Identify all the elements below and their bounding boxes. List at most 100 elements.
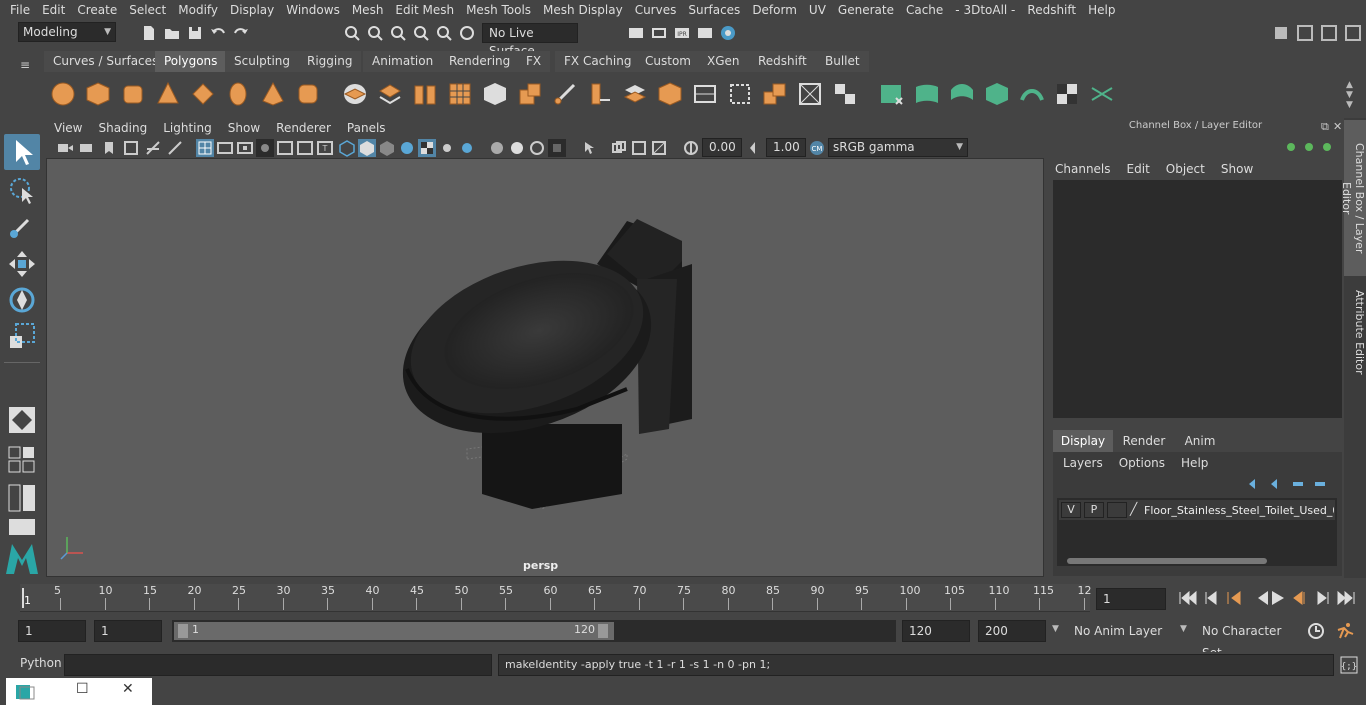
layer-display-type-toggle[interactable] [1107,502,1127,518]
shelf-tab-rigging[interactable]: Rigging [298,51,362,72]
object-menu[interactable]: Object [1166,162,1205,176]
tool-settings-toggle-icon[interactable] [1320,24,1338,42]
shelf-tab-curves-surfaces[interactable]: Curves / Surfaces [44,51,168,72]
menu-uv[interactable]: UV [803,0,832,20]
isolate-select-icon[interactable] [580,139,598,157]
channel-box-side-tab[interactable]: Channel Box / Layer Editor [1340,120,1366,276]
close-icon[interactable]: ✕ [122,681,134,697]
menu-mesh-display[interactable]: Mesh Display [537,0,629,20]
safe-action-icon[interactable] [296,139,314,157]
uv-spherical-icon[interactable] [948,80,976,108]
shelf-tab-rendering[interactable]: Rendering [440,51,520,72]
quad-draw-icon[interactable] [831,80,859,108]
image-plane-icon[interactable] [122,139,140,157]
channel-list[interactable] [1053,180,1342,418]
menu-windows[interactable]: Windows [280,0,346,20]
poly-cone-icon[interactable] [154,80,182,108]
use-default-material-icon[interactable] [378,139,396,157]
character-set-select[interactable]: No Character Set [1196,620,1300,660]
resolution-gate-icon[interactable] [236,139,254,157]
help-menu[interactable]: Help [1181,456,1208,470]
menu-file[interactable]: File [4,0,36,20]
menu-create[interactable]: Create [71,0,123,20]
target-weld-icon[interactable] [586,80,614,108]
redo-icon[interactable] [232,24,250,42]
use-all-lights-icon[interactable] [438,139,456,157]
scale-tool-icon[interactable] [6,320,38,352]
color-management-icon[interactable]: CM [808,139,826,157]
menu-select[interactable]: Select [123,0,172,20]
menu-display[interactable]: Display [224,0,280,20]
layer-tab-render[interactable]: Render [1115,430,1173,452]
undo-icon[interactable] [209,24,227,42]
preferences-runner-icon[interactable] [1334,622,1356,640]
render-view-icon[interactable] [719,24,737,42]
mirror-icon[interactable] [691,80,719,108]
multi-cut-icon[interactable] [551,80,579,108]
layout-single-icon[interactable] [8,446,36,474]
bevel-icon[interactable] [481,80,509,108]
viewport-menu-renderer[interactable]: Renderer [268,118,339,138]
snap-curve-icon[interactable] [366,24,384,42]
textured-icon[interactable] [418,139,436,157]
shelf-tab-fx-caching[interactable]: FX Caching [555,51,641,72]
maximize-icon[interactable]: ☐ [76,681,89,697]
gamma-field[interactable]: 1.00 [766,138,806,157]
grid-toggle-icon[interactable] [196,139,214,157]
auto-key-icon[interactable] [1306,622,1326,640]
lasso-tool-icon[interactable] [6,174,38,206]
bevel-orange-icon[interactable] [516,80,544,108]
menu-generate[interactable]: Generate [832,0,900,20]
workspace-icon[interactable] [1272,24,1290,42]
save-scene-icon[interactable] [186,24,204,42]
smooth-shade-icon[interactable] [358,139,376,157]
menu-curves[interactable]: Curves [629,0,683,20]
chevron-down-icon[interactable]: ▼ [1180,624,1187,634]
mode-select[interactable]: Modeling ▼ [18,22,116,42]
uv-planar-icon[interactable] [878,80,906,108]
shelf-tab-polygons[interactable]: Polygons [155,51,227,72]
animation-start-field[interactable]: 1 [18,620,86,642]
attribute-editor-side-tab[interactable]: Attribute Editor [1344,282,1366,382]
menu-edit[interactable]: Edit [36,0,71,20]
fill-hole-icon[interactable] [656,80,684,108]
exposure-field[interactable]: 0.00 [702,138,742,157]
uv-checker-icon[interactable] [1053,80,1081,108]
camera-attributes-icon[interactable] [78,139,96,157]
extrude-icon[interactable] [411,80,439,108]
poly-pyramid-icon[interactable] [259,80,287,108]
gamma-icon[interactable] [746,139,764,157]
xray-active-icon[interactable] [650,139,668,157]
viewport-menu-lighting[interactable]: Lighting [155,118,220,138]
menu-help[interactable]: Help [1082,0,1121,20]
exposure-icon[interactable] [682,139,700,157]
uv-cylindrical-icon[interactable] [913,80,941,108]
range-start-grip[interactable] [178,624,188,638]
shelf-tab-animation[interactable]: Animation [363,51,443,72]
bookmark-icon[interactable] [100,139,118,157]
uv-unfold-icon[interactable] [1018,80,1046,108]
separate-icon[interactable] [376,80,404,108]
layout-two-pane-icon[interactable] [8,484,36,512]
shelf-tab-fx[interactable]: FX [517,51,551,72]
menu-3dtoall[interactable]: - 3DtoAll - [949,0,1021,20]
poly-sphere-icon[interactable] [49,80,77,108]
time-slider[interactable]: 5 10 15 20 25 30 35 40 45 50 55 60 65 70 75 80 85 90 95 100… [0,580,1366,616]
layer-tab-anim[interactable]: Anim [1175,430,1225,452]
menu-edit-mesh[interactable]: Edit Mesh [389,0,460,20]
anti-aliasing-icon[interactable] [528,139,546,157]
attribute-editor-toggle-icon[interactable] [1296,24,1314,42]
snapshot-icon[interactable] [166,139,184,157]
channels-menu[interactable]: Channels [1055,162,1111,176]
current-frame-field[interactable]: 1 [1096,588,1166,610]
motion-blur-icon[interactable] [508,139,526,157]
xray-joints-icon[interactable] [630,139,648,157]
shelf-tab-xgen[interactable]: XGen [698,51,749,72]
snap-view-icon[interactable] [412,24,430,42]
range-slider-handle[interactable]: 1 120 [174,622,614,640]
options-menu[interactable]: Options [1119,456,1165,470]
layer-scrollbar[interactable] [1067,558,1267,564]
layer-color-swatch[interactable]: ╱ [1130,502,1144,518]
select-tool[interactable] [4,134,40,170]
layer-action-icons[interactable] [1243,476,1333,492]
